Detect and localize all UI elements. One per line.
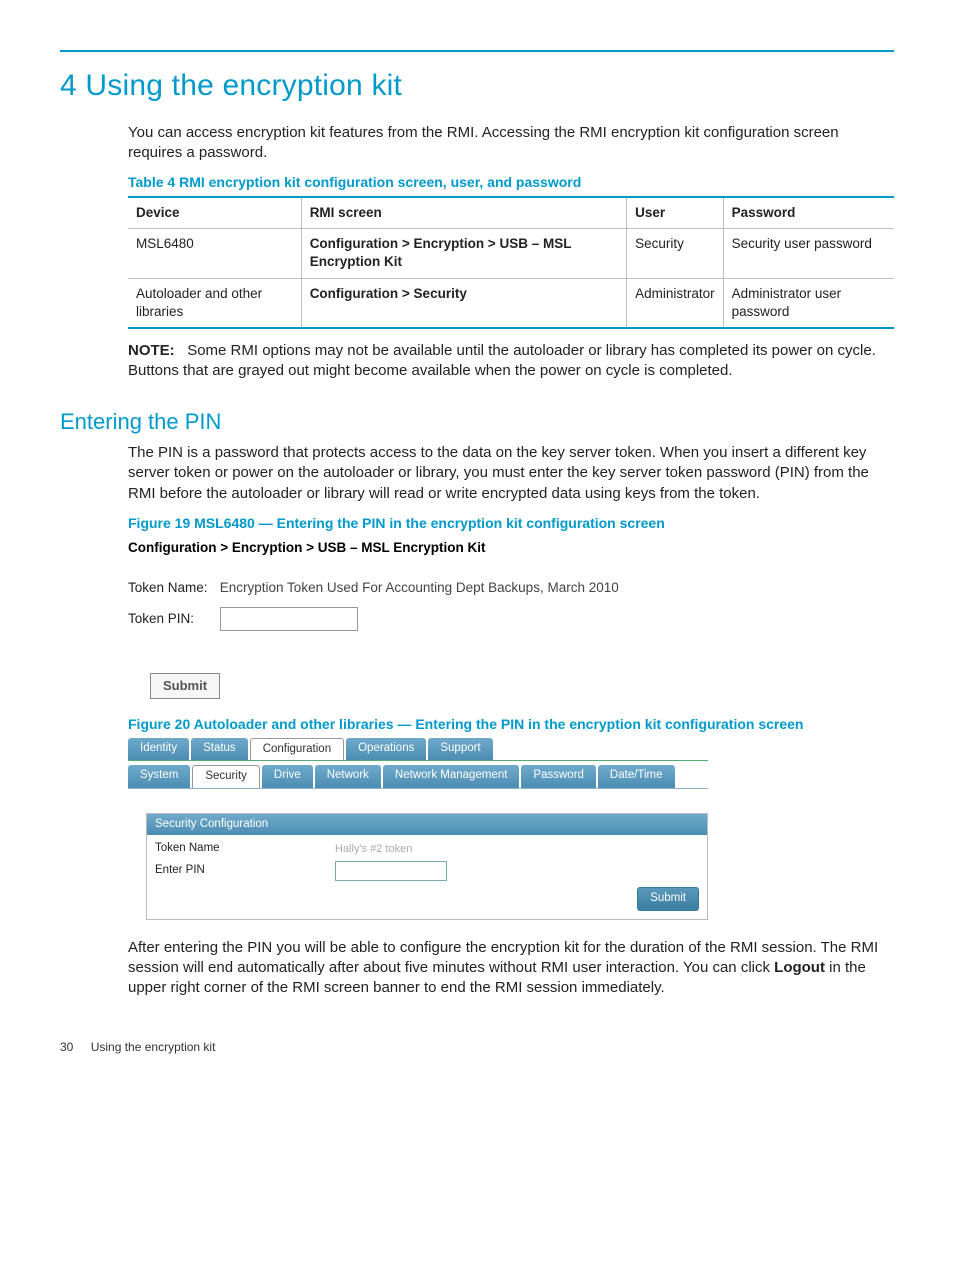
top-rule — [60, 50, 894, 52]
note-paragraph: NOTE: Some RMI options may not be availa… — [128, 341, 894, 382]
subtab-datetime[interactable]: Date/Time — [598, 765, 675, 788]
fig19-submit-button[interactable]: Submit — [150, 673, 220, 699]
fig20-security-box: Security Configuration Token Name Hally'… — [146, 813, 708, 920]
cell-device: MSL6480 — [128, 229, 301, 278]
table-row: Autoloader and other libraries Configura… — [128, 278, 894, 328]
cell-user: Administrator — [627, 278, 724, 328]
figure19-title: Figure 19 MSL6480 — Entering the PIN in … — [128, 514, 894, 533]
table-row: MSL6480 Configuration > Encryption > USB… — [128, 229, 894, 278]
pin-paragraph: The PIN is a password that protects acce… — [128, 443, 894, 504]
th-user: User — [627, 197, 724, 229]
table4-title: Table 4 RMI encryption kit configuration… — [128, 173, 894, 192]
fig19-token-name-label: Token Name: — [128, 579, 216, 597]
figure20-title: Figure 20 Autoloader and other libraries… — [128, 715, 894, 734]
subtab-security[interactable]: Security — [192, 765, 260, 788]
tab-status[interactable]: Status — [191, 738, 248, 761]
note-label: NOTE: — [128, 342, 175, 359]
fig19-breadcrumb: Configuration > Encryption > USB – MSL E… — [128, 539, 894, 557]
tab-configuration[interactable]: Configuration — [250, 738, 344, 761]
after-pin-text-1: After entering the PIN you will be able … — [128, 939, 878, 976]
tab-identity[interactable]: Identity — [128, 738, 189, 761]
figure19-screenshot: Configuration > Encryption > USB – MSL E… — [128, 539, 894, 699]
after-pin-paragraph: After entering the PIN you will be able … — [128, 938, 894, 999]
fig19-token-pin-input[interactable] — [220, 607, 358, 631]
cell-password: Security user password — [723, 229, 894, 278]
figure20-screenshot: Identity Status Configuration Operations… — [128, 738, 708, 920]
subtab-system[interactable]: System — [128, 765, 190, 788]
th-rmi-screen: RMI screen — [301, 197, 626, 229]
fig20-tabrow1: Identity Status Configuration Operations… — [128, 738, 708, 762]
fig20-token-name-value: Hally's #2 token — [335, 842, 412, 857]
note-text: Some RMI options may not be available un… — [128, 342, 876, 379]
th-device: Device — [128, 197, 301, 229]
cell-screen: Configuration > Encryption > USB – MSL E… — [301, 229, 626, 278]
table4: Device RMI screen User Password MSL6480 … — [128, 196, 894, 329]
fig20-enter-pin-label: Enter PIN — [155, 863, 335, 879]
cell-password: Administrator user password — [723, 278, 894, 328]
cell-screen: Configuration > Security — [301, 278, 626, 328]
footer-title: Using the encryption kit — [91, 1040, 216, 1054]
logout-bold: Logout — [774, 959, 825, 976]
fig20-token-name-label: Token Name — [155, 841, 335, 857]
subtab-password[interactable]: Password — [521, 765, 596, 788]
subtab-network[interactable]: Network — [315, 765, 381, 788]
fig20-tabrow2: System Security Drive Network Network Ma… — [128, 765, 708, 789]
fig19-token-name-value: Encryption Token Used For Accounting Dep… — [220, 580, 619, 595]
fig20-box-title: Security Configuration — [147, 814, 707, 836]
page-footer: 30 Using the encryption kit — [60, 1039, 894, 1055]
tab-operations[interactable]: Operations — [346, 738, 426, 761]
subtab-drive[interactable]: Drive — [262, 765, 313, 788]
th-password: Password — [723, 197, 894, 229]
fig20-submit-button[interactable]: Submit — [637, 887, 699, 911]
cell-device: Autoloader and other libraries — [128, 278, 301, 328]
intro-paragraph: You can access encryption kit features f… — [128, 123, 894, 164]
chapter-title: 4 Using the encryption kit — [60, 66, 894, 107]
tab-support[interactable]: Support — [428, 738, 492, 761]
section-entering-pin: Entering the PIN — [60, 407, 894, 437]
subtab-network-management[interactable]: Network Management — [383, 765, 520, 788]
fig19-token-pin-label: Token PIN: — [128, 610, 216, 628]
page-number: 30 — [60, 1040, 73, 1054]
cell-user: Security — [627, 229, 724, 278]
fig20-pin-input[interactable] — [335, 861, 447, 881]
